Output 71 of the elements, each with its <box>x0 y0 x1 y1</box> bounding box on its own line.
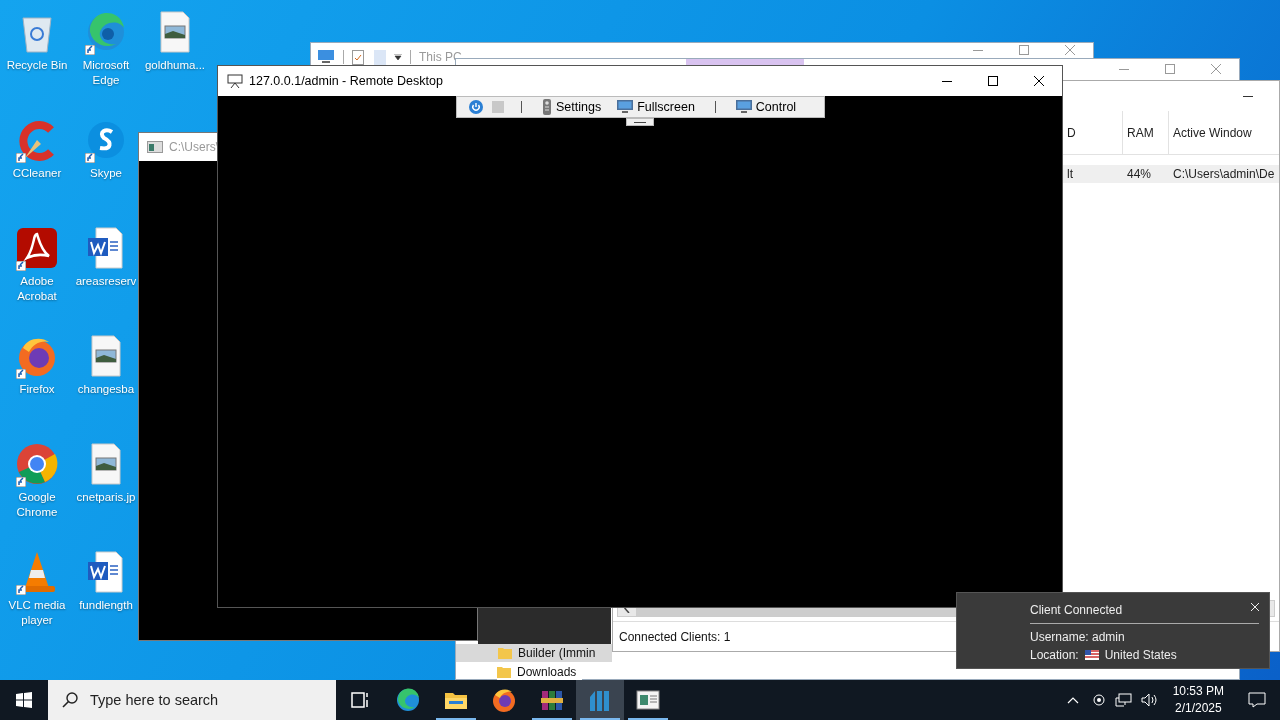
table-cell-text: lt <box>1066 166 1074 183</box>
flag-icon <box>1084 650 1099 660</box>
icon-label: Skype <box>90 166 122 181</box>
close-icon <box>1034 76 1044 86</box>
toolbar-handle[interactable] <box>626 118 654 126</box>
console-icon <box>147 141 163 153</box>
shortcut-arrow-icon <box>16 477 26 487</box>
icon-label: CCleaner <box>12 166 62 181</box>
shortcut-arrow-icon <box>85 45 95 55</box>
close-icon <box>1211 64 1221 74</box>
shortcut-arrow-icon <box>85 153 95 163</box>
icon-label: VLC media player <box>7 598 67 628</box>
maximize-icon <box>988 76 998 86</box>
chrome-icon <box>15 442 59 486</box>
icon-label: fundlength <box>79 598 133 613</box>
minimize-icon <box>942 80 952 82</box>
clock[interactable]: 10:53 PM 2/1/2025 <box>1162 683 1234 717</box>
column-header[interactable]: RAM <box>1123 111 1169 154</box>
camera-icon[interactable] <box>1090 692 1107 708</box>
icon-label: Firefox <box>19 382 55 397</box>
edge-browser-icon <box>395 687 421 713</box>
icon-label: Google Chrome <box>15 490 59 520</box>
toolbar-button[interactable]: Fullscreen <box>613 97 699 117</box>
icon-label: Recycle Bin <box>6 58 68 73</box>
icon-label: changesba <box>77 382 135 397</box>
shortcut-arrow-icon <box>16 261 26 271</box>
folder-icon <box>374 49 386 65</box>
icon-label: cnetparis.jp <box>76 490 136 505</box>
close-icon <box>1065 45 1075 55</box>
toolbar-button[interactable]: Control <box>731 97 801 117</box>
icon-label: goldhuma... <box>144 58 206 73</box>
search-field[interactable]: Type here to search <box>48 680 336 720</box>
icon-label: Microsoft Edge <box>81 58 131 88</box>
icon-label: areasreserv <box>75 274 137 289</box>
network-icon[interactable] <box>1114 692 1133 708</box>
minimize-icon <box>973 49 983 51</box>
icon-label: Adobe Acrobat <box>16 274 58 304</box>
computer-icon <box>317 49 335 65</box>
notification-center-icon[interactable] <box>1248 692 1266 708</box>
folder-icon <box>497 665 511 678</box>
table-cell-text: 44% <box>1126 166 1153 183</box>
notification-title: Client Connected <box>1030 602 1123 619</box>
presentation-board-icon <box>227 74 243 88</box>
close-icon <box>1251 603 1259 611</box>
firefox-icon <box>491 687 517 713</box>
monitor-icon <box>617 100 634 114</box>
table-row[interactable]: lt 44% C:\Users\admin\De <box>1063 165 1279 183</box>
remote-control-icon <box>542 99 552 115</box>
window-icon <box>635 687 661 713</box>
shortcut-arrow-icon <box>16 153 26 163</box>
chevron-up-icon[interactable] <box>1066 696 1079 704</box>
notification-text: Username: admin <box>1030 629 1126 646</box>
speaker-icon[interactable] <box>1140 692 1159 708</box>
dropdown-icon[interactable] <box>394 54 402 60</box>
navigation-item[interactable]: Builder (Immin <box>456 644 612 662</box>
maximize-icon <box>1019 45 1029 55</box>
minimize-icon <box>1119 68 1129 70</box>
window-title: 127.0.0.1/admin - Remote Desktop <box>249 72 443 90</box>
shortcut-arrow-icon <box>16 585 26 595</box>
toolbar-button[interactable]: Settings <box>538 97 606 117</box>
monitor-icon <box>735 100 752 114</box>
acrobat-icon <box>15 226 59 270</box>
shortcut-arrow-icon <box>16 369 26 379</box>
search-icon <box>62 692 78 708</box>
folder-icon <box>498 647 512 659</box>
minimize-icon[interactable] <box>1243 95 1253 97</box>
power-icon[interactable] <box>469 100 483 114</box>
column-header[interactable]: Active Window <box>1169 111 1279 154</box>
table-cell-text: C:\Users\admin\De <box>1172 166 1276 183</box>
windows-logo-icon <box>16 692 32 708</box>
maximize-icon <box>1165 64 1175 74</box>
